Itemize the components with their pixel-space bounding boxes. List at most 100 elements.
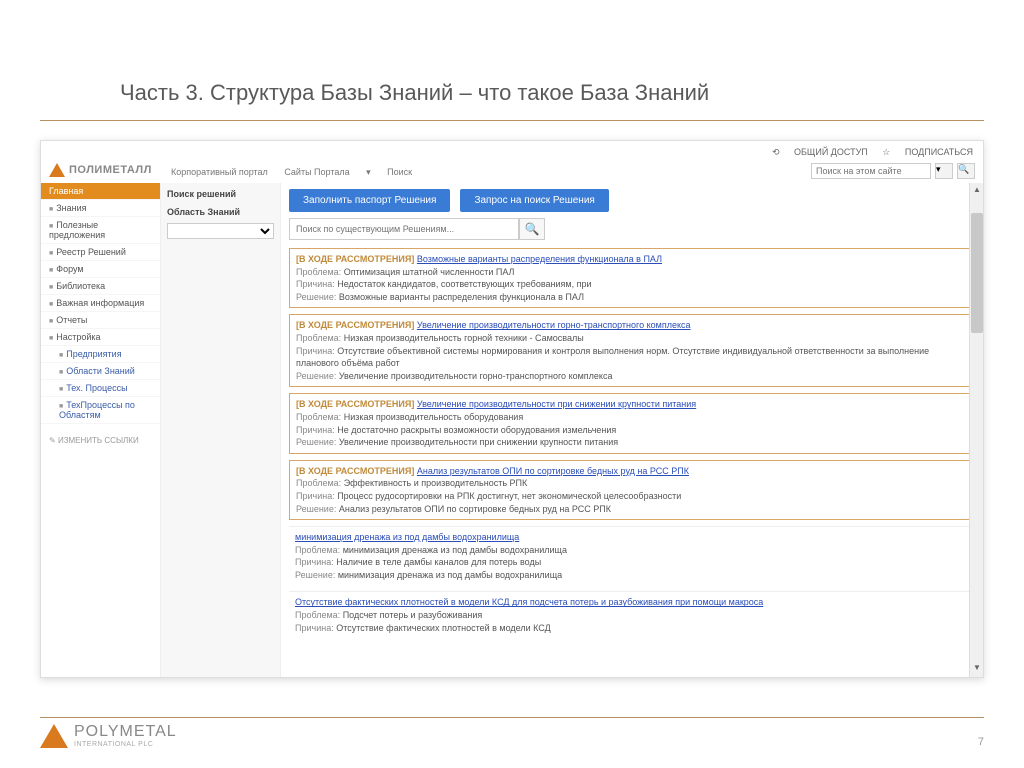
scroll-thumb[interactable]	[971, 213, 983, 333]
subscribe-link[interactable]: ☆ ПОДПИСАТЬСЯ	[882, 147, 973, 157]
main-content: Заполнить паспорт Решения Запрос на поис…	[281, 183, 983, 677]
card-title-link[interactable]: Возможные варианты распределения функцио…	[417, 254, 662, 264]
filter-panel: Поиск решений Область Знаний	[161, 183, 281, 677]
sidebar-item-library[interactable]: ■Библиотека	[41, 278, 160, 295]
card-problem: Проблема: Подсчет потерь и разубоживания	[295, 609, 969, 622]
nav-search[interactable]: Поиск	[387, 167, 412, 177]
site-search-button[interactable]: 🔍	[957, 163, 975, 179]
card-title-link[interactable]: Анализ результатов ОПИ по сортировке бед…	[417, 466, 689, 476]
sidebar-item-label: Важная информация	[56, 298, 144, 308]
filter-label: Область Знаний	[167, 207, 274, 217]
top-nav: Корпоративный портал Сайты Портала ▾ Пои…	[171, 167, 426, 178]
sidebar-item-settings[interactable]: ■Настройка	[41, 329, 160, 346]
divider-top	[40, 120, 984, 121]
footer-brand-sub: INTERNATIONAL PLC	[74, 741, 177, 748]
card-problem: Проблема: Оптимизация штатной численност…	[296, 266, 968, 279]
site-search-dropdown[interactable]: ▾	[935, 163, 953, 179]
brand: ПОЛИМЕТАЛЛ	[49, 163, 152, 177]
sidebar-item-forum[interactable]: ■Форум	[41, 261, 160, 278]
card-status: [В ХОДЕ РАССМОТРЕНИЯ]	[296, 466, 414, 476]
card-solution: Решение: Анализ результатов ОПИ по сорти…	[296, 503, 968, 516]
card-problem: Проблема: минимизация дренажа из под дам…	[295, 544, 969, 557]
card-reason: Причина: Отсутствие фактических плотност…	[295, 622, 969, 635]
sidebar-item-label: Тех. Процессы	[66, 383, 127, 393]
sidebar-item-registry[interactable]: ■Реестр Решений	[41, 244, 160, 261]
solution-card: [В ХОДЕ РАССМОТРЕНИЯ] Увеличение произво…	[289, 314, 975, 387]
card-problem: Проблема: Низкая производительность обор…	[296, 411, 968, 424]
card-status: [В ХОДЕ РАССМОТРЕНИЯ]	[296, 399, 414, 409]
page-number: 7	[978, 736, 984, 748]
card-title-link[interactable]: минимизация дренажа из под дамбы водохра…	[295, 532, 519, 542]
solution-card: [В ХОДЕ РАССМОТРЕНИЯ] Увеличение произво…	[289, 393, 975, 453]
sidebar-item-suggestions[interactable]: ■Полезные предложения	[41, 217, 160, 244]
solution-card: [В ХОДЕ РАССМОТРЕНИЯ] Возможные варианты…	[289, 248, 975, 308]
card-solution: Решение: Увеличение производительности п…	[296, 436, 968, 449]
solutions-search-button[interactable]: 🔍	[519, 218, 545, 240]
scroll-down-icon[interactable]: ▼	[971, 663, 983, 675]
share-link[interactable]: ⟲ ОБЩИЙ ДОСТУП	[772, 147, 868, 157]
sidebar-item-knowledge[interactable]: ■Знания	[41, 200, 160, 217]
card-status: [В ХОДЕ РАССМОТРЕНИЯ]	[296, 254, 414, 264]
sidebar-item-label: Настройка	[56, 332, 100, 342]
card-title-link[interactable]: Отсутствие фактических плотностей в моде…	[295, 597, 763, 607]
filter-select[interactable]	[167, 223, 274, 239]
edit-links[interactable]: ✎ ИЗМЕНИТЬ ССЫЛКИ	[41, 430, 160, 451]
sidebar-item-label: Полезные предложения	[49, 220, 105, 240]
nav-sites[interactable]: Сайты Портала ▾	[284, 167, 370, 177]
card-solution: Решение: минимизация дренажа из под дамб…	[295, 569, 969, 582]
sidebar-item-label: ТехПроцессы по Областям	[59, 400, 135, 420]
card-title-link[interactable]: Увеличение производительности при снижен…	[417, 399, 696, 409]
card-solution: Решение: Увеличение производительности г…	[296, 370, 968, 383]
share-label: ОБЩИЙ ДОСТУП	[794, 147, 868, 157]
slide-title: Часть 3. Структура Базы Знаний – что так…	[120, 80, 709, 106]
card-reason: Причина: Отсутствие объективной системы …	[296, 345, 968, 370]
brand-name: ПОЛИМЕТАЛЛ	[69, 164, 152, 176]
solutions-search-input[interactable]	[289, 218, 519, 240]
sidebar: Главная ■Знания ■Полезные предложения ■Р…	[41, 183, 161, 677]
card-reason: Причина: Недостаток кандидатов, соответс…	[296, 278, 968, 291]
brand-logo-icon	[49, 163, 65, 177]
sidebar-sub-areas[interactable]: ■Области Знаний	[41, 363, 160, 380]
sidebar-item-info[interactable]: ■Важная информация	[41, 295, 160, 312]
fill-passport-button[interactable]: Заполнить паспорт Решения	[289, 189, 450, 212]
footer-brand: POLYMETAL INTERNATIONAL PLC	[40, 723, 177, 748]
card-reason: Причина: Не достаточно раскрыты возможно…	[296, 424, 968, 437]
card-title-link[interactable]: Увеличение производительности горно-тран…	[417, 320, 691, 330]
sidebar-item-label: Реестр Решений	[56, 247, 126, 257]
site-search: ▾ 🔍	[811, 163, 975, 179]
sidebar-item-reports[interactable]: ■Отчеты	[41, 312, 160, 329]
sidebar-item-label: Отчеты	[56, 315, 87, 325]
site-search-input[interactable]	[811, 163, 931, 179]
solution-card: [В ХОДЕ РАССМОТРЕНИЯ] Анализ результатов…	[289, 460, 975, 520]
card-solution: Решение: Возможные варианты распределени…	[296, 291, 968, 304]
card-status: [В ХОДЕ РАССМОТРЕНИЯ]	[296, 320, 414, 330]
sidebar-item-label: Библиотека	[56, 281, 105, 291]
edit-links-label: ИЗМЕНИТЬ ССЫЛКИ	[58, 436, 139, 445]
solution-card: минимизация дренажа из под дамбы водохра…	[289, 526, 975, 585]
sidebar-sub-techareas[interactable]: ■ТехПроцессы по Областям	[41, 397, 160, 424]
card-problem: Проблема: Низкая производительность горн…	[296, 332, 968, 345]
sidebar-sub-enterprises[interactable]: ■Предприятия	[41, 346, 160, 363]
nav-sites-label: Сайты Портала	[284, 167, 349, 177]
divider-bottom	[40, 717, 984, 718]
sidebar-item-label: Предприятия	[66, 349, 121, 359]
card-problem: Проблема: Эффективность и производительн…	[296, 477, 968, 490]
subscribe-label: ПОДПИСАТЬСЯ	[905, 147, 973, 157]
filter-title: Поиск решений	[167, 189, 274, 199]
portal-screenshot: ⟲ ОБЩИЙ ДОСТУП ☆ ПОДПИСАТЬСЯ ПОЛИМЕТАЛЛ …	[40, 140, 984, 678]
card-reason: Причина: Процесс рудосортировки на РПК д…	[296, 490, 968, 503]
sidebar-sub-tech[interactable]: ■Тех. Процессы	[41, 380, 160, 397]
sidebar-item-label: Области Знаний	[66, 366, 135, 376]
scroll-up-icon[interactable]: ▲	[971, 185, 983, 197]
scrollbar-vertical[interactable]: ▲ ▼	[969, 183, 983, 677]
sidebar-item-label: Форум	[56, 264, 83, 274]
footer-logo-icon	[40, 724, 68, 748]
sidebar-item-main[interactable]: Главная	[41, 183, 160, 200]
request-search-button[interactable]: Запрос на поиск Решения	[460, 189, 608, 212]
nav-corp[interactable]: Корпоративный портал	[171, 167, 268, 177]
sidebar-item-label: Знания	[56, 203, 86, 213]
top-actions: ⟲ ОБЩИЙ ДОСТУП ☆ ПОДПИСАТЬСЯ	[760, 147, 973, 158]
footer-brand-name: POLYMETAL	[74, 723, 177, 740]
card-reason: Причина: Наличие в теле дамбы каналов дл…	[295, 556, 969, 569]
solution-card: Отсутствие фактических плотностей в моде…	[289, 591, 975, 638]
